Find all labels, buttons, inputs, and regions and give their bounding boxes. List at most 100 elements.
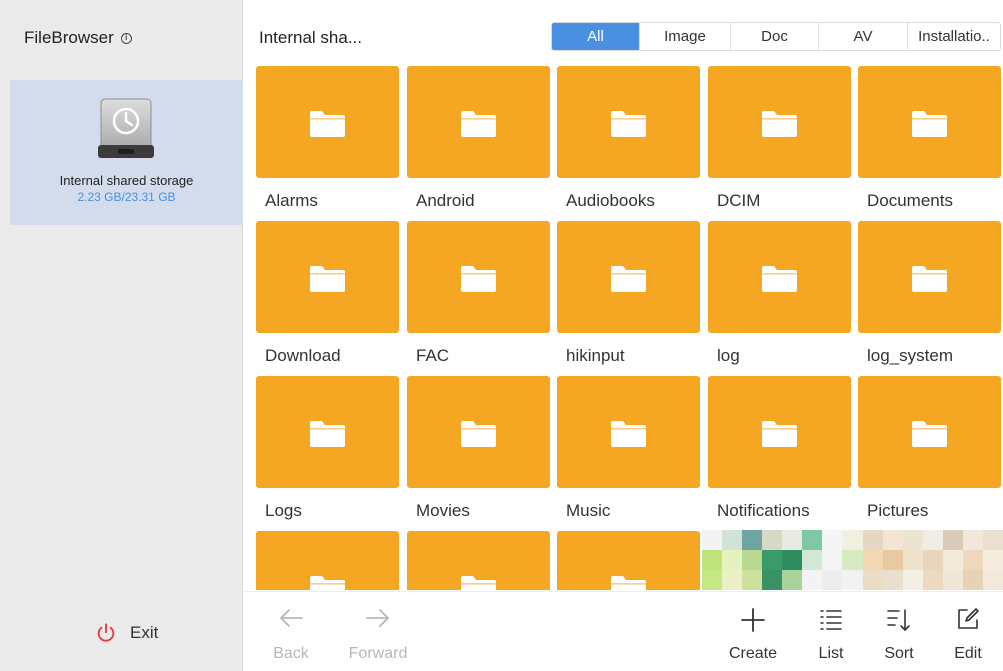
arrow-left-icon: [280, 609, 303, 627]
folder-item[interactable]: DCIM: [708, 66, 851, 216]
tab-image[interactable]: Image: [640, 23, 731, 50]
folder-item[interactable]: [407, 531, 550, 590]
sort-label: Sort: [884, 645, 914, 662]
folder-item[interactable]: Alarms: [256, 66, 399, 216]
create-label: Create: [728, 645, 778, 662]
folder-icon: [310, 266, 345, 292]
pixel-cell: [962, 550, 983, 570]
pixel-cell: [762, 570, 783, 590]
folder-icon: [461, 576, 496, 590]
folder-icon: [912, 421, 947, 447]
folder-icon: [611, 111, 646, 137]
pixel-cell: [882, 570, 903, 590]
pixel-cell: [802, 530, 823, 550]
pixel-cell: [902, 550, 923, 570]
folder-item[interactable]: Music: [557, 376, 700, 526]
sidebar-item-internal-storage[interactable]: Internal shared storage 2.23 GB/23.31 GB: [10, 80, 243, 225]
folder-tile: [407, 376, 550, 488]
folder-label: Movies: [416, 501, 470, 520]
pixel-cell: [822, 530, 843, 550]
folder-label: Download: [265, 346, 341, 365]
forward-button[interactable]: Forward: [341, 592, 415, 671]
pixel-cell: [902, 530, 923, 550]
back-label: Back: [273, 645, 309, 662]
hard-drive-icon: [98, 98, 154, 158]
folder-tile: [256, 221, 399, 333]
folder-tile: [858, 221, 1001, 333]
folder-item[interactable]: Movies: [407, 376, 550, 526]
tab-doc[interactable]: Doc: [731, 23, 819, 50]
pixel-cell: [782, 550, 803, 570]
folder-icon: [912, 111, 947, 137]
folder-tile: [708, 376, 851, 488]
arrow-right-icon: [366, 609, 389, 627]
pixel-cell: [942, 570, 963, 590]
exit-button[interactable]: Exit: [95, 622, 158, 644]
filter-tabs: All Image Doc AV Installatio..: [551, 22, 1001, 51]
list-button[interactable]: List: [809, 592, 853, 671]
folder-item[interactable]: log_system: [858, 221, 1001, 371]
folder-icon: [762, 111, 797, 137]
folder-item[interactable]: FAC: [407, 221, 550, 371]
folder-label: Alarms: [265, 191, 318, 210]
folder-label: FAC: [416, 346, 450, 365]
tab-av[interactable]: AV: [819, 23, 908, 50]
power-icon: [97, 623, 115, 642]
folder-icon: [611, 576, 646, 590]
list-icon: [820, 610, 842, 630]
folder-label: log: [717, 346, 740, 365]
folder-item[interactable]: Download: [256, 221, 399, 371]
tab-installation[interactable]: Installatio..: [908, 23, 1000, 50]
bottom-toolbar: Back Forward Create List Sort Edit: [243, 591, 1003, 671]
edit-button[interactable]: Edit: [946, 592, 990, 671]
folder-item[interactable]: Notifications: [708, 376, 851, 526]
sort-button[interactable]: Sort: [877, 592, 921, 671]
pixel-cell: [842, 570, 863, 590]
pixel-cell: [962, 570, 983, 590]
info-icon[interactable]: i: [120, 32, 132, 44]
pixel-cell: [862, 530, 883, 550]
folder-tile: [858, 376, 1001, 488]
folder-item[interactable]: [256, 531, 399, 590]
folder-item[interactable]: Audiobooks: [557, 66, 700, 216]
back-button[interactable]: Back: [265, 592, 317, 671]
folder-item[interactable]: Pictures: [858, 376, 1001, 526]
pixel-cell: [942, 550, 963, 570]
folder-tile: [557, 376, 700, 488]
folder-label: Notifications: [717, 501, 810, 520]
folder-item[interactable]: log: [708, 221, 851, 371]
folder-label: log_system: [867, 346, 953, 365]
exit-label: Exit: [130, 623, 159, 642]
folder-icon: [461, 266, 496, 292]
folder-icon: [461, 421, 496, 447]
folder-item[interactable]: Logs: [256, 376, 399, 526]
folder-item[interactable]: Android: [407, 66, 550, 216]
pixel-cell: [742, 550, 763, 570]
pixel-cell: [902, 570, 923, 590]
pixel-cell: [702, 530, 723, 550]
folder-icon: [611, 266, 646, 292]
folder-tile: [407, 66, 550, 178]
pixel-cell: [742, 570, 763, 590]
pixel-cell: [942, 530, 963, 550]
pixel-cell: [882, 530, 903, 550]
edit-icon: [958, 608, 979, 629]
folder-tile: [256, 531, 399, 590]
folder-item[interactable]: [557, 531, 700, 590]
folder-tile: [708, 221, 851, 333]
list-label: List: [818, 645, 844, 662]
folder-icon: [762, 266, 797, 292]
app-header: FileBrowser i: [24, 28, 132, 48]
tab-all[interactable]: All: [552, 23, 640, 50]
folder-item[interactable]: hikinput: [557, 221, 700, 371]
folder-tile: [256, 376, 399, 488]
folder-label: DCIM: [717, 191, 761, 210]
pixel-cell: [962, 530, 983, 550]
storage-name: Internal shared storage: [59, 173, 194, 188]
folder-label: Music: [566, 501, 611, 520]
folder-item[interactable]: Documents: [858, 66, 1001, 216]
pixel-cell: [782, 530, 803, 550]
folder-icon: [310, 111, 345, 137]
create-button[interactable]: Create: [723, 592, 783, 671]
folder-tile: [557, 531, 700, 590]
